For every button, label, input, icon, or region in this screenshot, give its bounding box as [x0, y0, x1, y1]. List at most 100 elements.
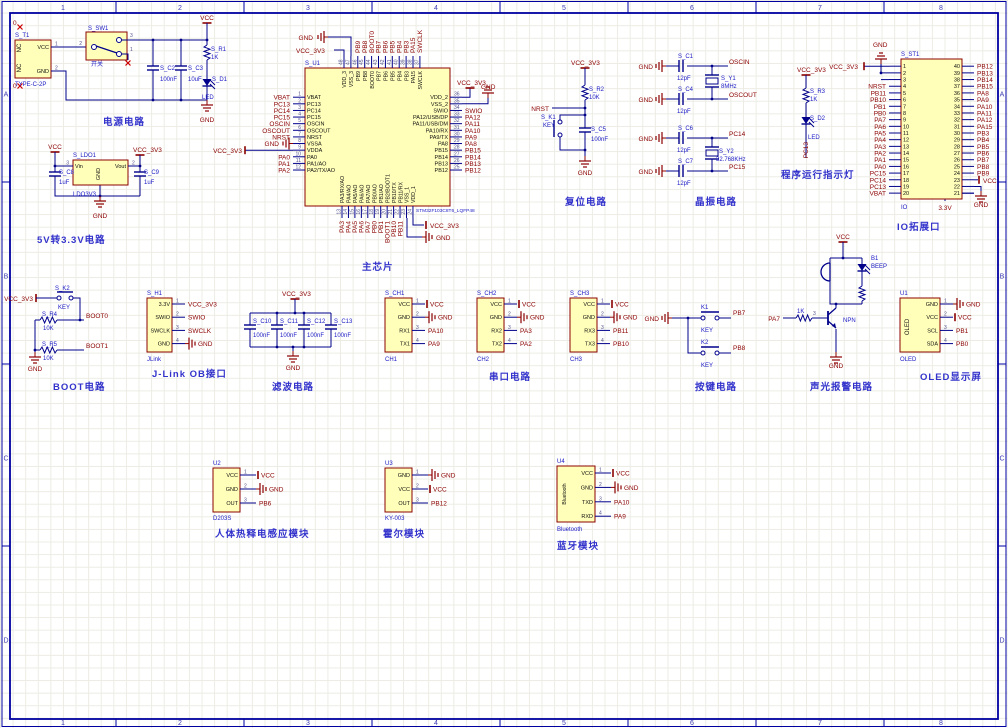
- section-title[interactable]: 人体热释电感应模块: [215, 528, 310, 540]
- pin-name[interactable]: 1: [903, 64, 906, 70]
- pin-name[interactable]: PA11/USB/DM: [412, 122, 448, 128]
- border-label[interactable]: B: [1000, 274, 1005, 281]
- net-label[interactable]: GND: [639, 64, 654, 71]
- pin-number[interactable]: 34: [454, 105, 460, 111]
- net-label[interactable]: PB12: [465, 168, 481, 175]
- hall-label[interactable]: KY-003: [385, 516, 405, 522]
- pin-number[interactable]: 24: [407, 209, 413, 215]
- ref-label[interactable]: S_R4: [42, 312, 58, 318]
- ch1-label[interactable]: CH1: [385, 357, 398, 363]
- pin-name[interactable]: GND: [583, 315, 595, 321]
- switch-contact-icon[interactable]: [116, 51, 122, 57]
- pin-name[interactable]: GND: [398, 473, 410, 479]
- net-label[interactable]: PB7: [733, 310, 746, 317]
- border-label[interactable]: 2: [178, 5, 182, 12]
- net-label[interactable]: GND: [966, 302, 981, 309]
- oled-vtext[interactable]: OLED: [905, 318, 911, 335]
- pin-number[interactable]: 35: [454, 98, 460, 104]
- ref-label[interactable]: 1uF: [144, 180, 155, 186]
- pin-name[interactable]: VBAT: [307, 95, 322, 101]
- pin-number[interactable]: 1: [944, 299, 947, 305]
- pin-number[interactable]: 3: [298, 105, 301, 111]
- pin-name[interactable]: VDD_3: [342, 71, 348, 88]
- pin-name[interactable]: 7: [903, 104, 906, 110]
- pin-number[interactable]: 4: [599, 511, 602, 517]
- pin-number[interactable]: 3: [508, 325, 511, 331]
- jlink-designator[interactable]: S_H1: [147, 291, 163, 297]
- net-label[interactable]: PB8: [733, 345, 746, 352]
- pin-number[interactable]: 3: [601, 325, 604, 331]
- net-label[interactable]: GND: [93, 213, 108, 220]
- pin-name[interactable]: BOOT0: [370, 71, 376, 89]
- wire[interactable]: [559, 114, 585, 120]
- pin-name[interactable]: 11: [903, 131, 909, 137]
- pin-name[interactable]: 3.3V: [159, 302, 171, 308]
- net-label[interactable]: 0: [13, 83, 17, 90]
- pin-name[interactable]: PA2/TX/AO: [307, 168, 336, 174]
- pin-name[interactable]: 34: [954, 104, 960, 110]
- pin-name[interactable]: 26: [954, 158, 960, 164]
- ref-label[interactable]: LED: [202, 95, 214, 101]
- ref-label[interactable]: B1: [871, 256, 879, 262]
- pin-name[interactable]: PB0/AO: [372, 184, 378, 203]
- pir-designator[interactable]: U2: [213, 461, 221, 467]
- ref-label[interactable]: 12pF: [677, 148, 691, 154]
- net-label[interactable]: VCC_3V3: [133, 147, 162, 154]
- pin-number[interactable]: 38: [408, 59, 414, 65]
- net-label[interactable]: GND: [269, 487, 284, 494]
- pin-name[interactable]: 2: [903, 71, 906, 77]
- net-label[interactable]: PA10: [428, 328, 444, 335]
- section-title[interactable]: 霍尔模块: [383, 528, 425, 540]
- ref-label[interactable]: KEY: [58, 305, 70, 311]
- switch-contact-icon[interactable]: [91, 44, 97, 50]
- pin-number[interactable]: 15: [349, 209, 355, 215]
- section-title[interactable]: 串口电路: [489, 371, 531, 383]
- pin-number[interactable]: 14: [343, 209, 349, 215]
- pin-name[interactable]: 17: [903, 171, 909, 177]
- net-label[interactable]: VCC_3V3: [571, 60, 600, 67]
- border-label[interactable]: 3: [306, 5, 310, 12]
- net-label[interactable]: PA9: [428, 341, 440, 348]
- ch2-designator[interactable]: S_CH2: [477, 291, 497, 297]
- ref-label[interactable]: 1K: [211, 55, 218, 61]
- wire[interactable]: [73, 297, 81, 320]
- wire[interactable]: [334, 49, 345, 56]
- net-label[interactable]: OSCOUT: [729, 92, 757, 99]
- button-icon[interactable]: [714, 350, 720, 356]
- net-label[interactable]: GND: [578, 170, 593, 177]
- section-title[interactable]: J-Link OB接口: [152, 368, 227, 380]
- net-label[interactable]: GND: [436, 235, 451, 242]
- pin-name[interactable]: 27: [954, 151, 960, 157]
- net-label[interactable]: VBAT: [870, 191, 887, 198]
- section-title[interactable]: 蓝牙模块: [557, 540, 599, 552]
- section-title[interactable]: OLED显示屏: [920, 372, 982, 383]
- crystal-icon[interactable]: [705, 77, 719, 85]
- pin-number[interactable]: 1: [55, 42, 58, 48]
- pin-name[interactable]: 14: [903, 151, 909, 157]
- pin-number[interactable]: 18: [369, 209, 375, 215]
- button-icon[interactable]: [714, 315, 720, 321]
- wire[interactable]: [406, 218, 422, 238]
- pin-number[interactable]: 2: [601, 312, 604, 318]
- switch-contact-icon[interactable]: [116, 37, 122, 43]
- net-label[interactable]: VCC: [48, 144, 62, 151]
- border-label[interactable]: A: [1000, 92, 1005, 99]
- net-label[interactable]: GND: [645, 316, 660, 323]
- pin-name[interactable]: 6: [903, 98, 906, 104]
- border-label[interactable]: 6: [690, 720, 694, 727]
- pin-name[interactable]: VSS_3: [349, 71, 355, 87]
- pin-number[interactable]: 3: [813, 311, 816, 317]
- net-label[interactable]: PB10: [613, 341, 629, 348]
- section-title[interactable]: 晶振电路: [695, 196, 737, 208]
- pin-name[interactable]: PB8: [363, 71, 369, 81]
- pin-name[interactable]: PA9/TX: [429, 135, 448, 141]
- net-label[interactable]: GND: [286, 365, 301, 372]
- pin-number[interactable]: 4: [416, 338, 419, 344]
- ref-label[interactable]: S_C10: [253, 319, 272, 325]
- pin-number[interactable]: 42: [380, 59, 386, 65]
- pin-name[interactable]: PB2/BOOT1: [385, 174, 391, 203]
- pin-name[interactable]: OSCIN: [307, 122, 324, 128]
- pin-name[interactable]: TX2: [492, 342, 502, 348]
- ref-label[interactable]: S_D2: [810, 116, 826, 122]
- net-label[interactable]: PB9: [977, 171, 990, 178]
